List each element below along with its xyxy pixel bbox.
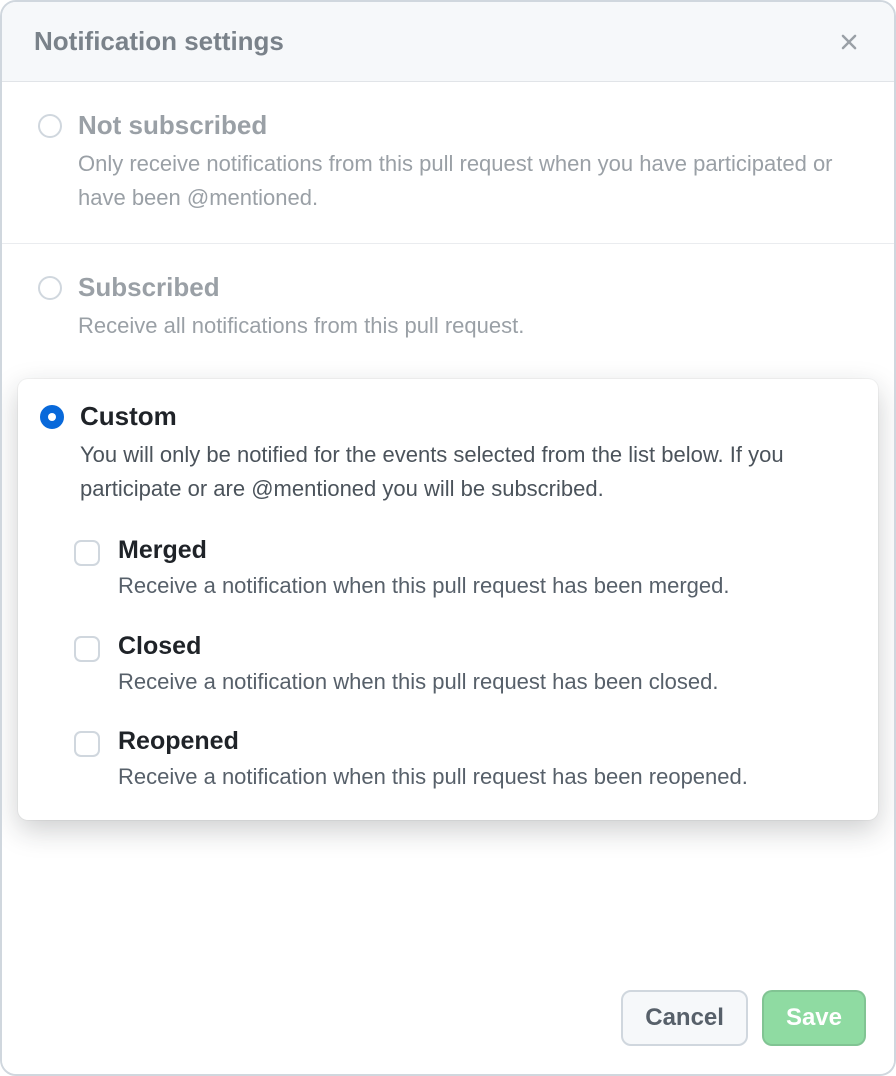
event-closed[interactable]: Closed Receive a notification when this … <box>74 632 856 699</box>
dialog-header: Notification settings <box>2 2 894 82</box>
option-desc: Only receive notifications from this pul… <box>78 147 858 215</box>
option-desc: You will only be notified for the events… <box>80 438 856 506</box>
radio-not-subscribed[interactable] <box>38 114 62 138</box>
option-not-subscribed[interactable]: Not subscribed Only receive notification… <box>2 82 894 244</box>
event-reopened[interactable]: Reopened Receive a notification when thi… <box>74 727 856 794</box>
checkbox-reopened[interactable] <box>74 731 100 757</box>
option-subscribed[interactable]: Subscribed Receive all notifications fro… <box>2 244 894 371</box>
event-title: Closed <box>118 632 718 661</box>
radio-subscribed[interactable] <box>38 276 62 300</box>
option-title: Not subscribed <box>78 110 858 141</box>
checkbox-merged[interactable] <box>74 540 100 566</box>
cancel-button[interactable]: Cancel <box>621 990 748 1046</box>
option-title: Custom <box>80 401 856 432</box>
dialog-footer: Cancel Save <box>2 966 894 1074</box>
event-title: Reopened <box>118 727 748 756</box>
notification-settings-dialog: Notification settings Not subscribed Onl… <box>0 0 896 1076</box>
save-button[interactable]: Save <box>762 990 866 1046</box>
dialog-title: Notification settings <box>34 26 284 57</box>
event-merged[interactable]: Merged Receive a notification when this … <box>74 536 856 603</box>
close-icon[interactable] <box>836 29 862 55</box>
event-desc: Receive a notification when this pull re… <box>118 665 718 699</box>
option-desc: Receive all notifications from this pull… <box>78 309 858 343</box>
option-custom[interactable]: Custom You will only be notified for the… <box>18 379 878 819</box>
radio-custom[interactable] <box>40 405 64 429</box>
custom-event-list: Merged Receive a notification when this … <box>74 536 856 793</box>
checkbox-closed[interactable] <box>74 636 100 662</box>
event-desc: Receive a notification when this pull re… <box>118 569 729 603</box>
option-title: Subscribed <box>78 272 858 303</box>
event-title: Merged <box>118 536 729 565</box>
event-desc: Receive a notification when this pull re… <box>118 760 748 794</box>
